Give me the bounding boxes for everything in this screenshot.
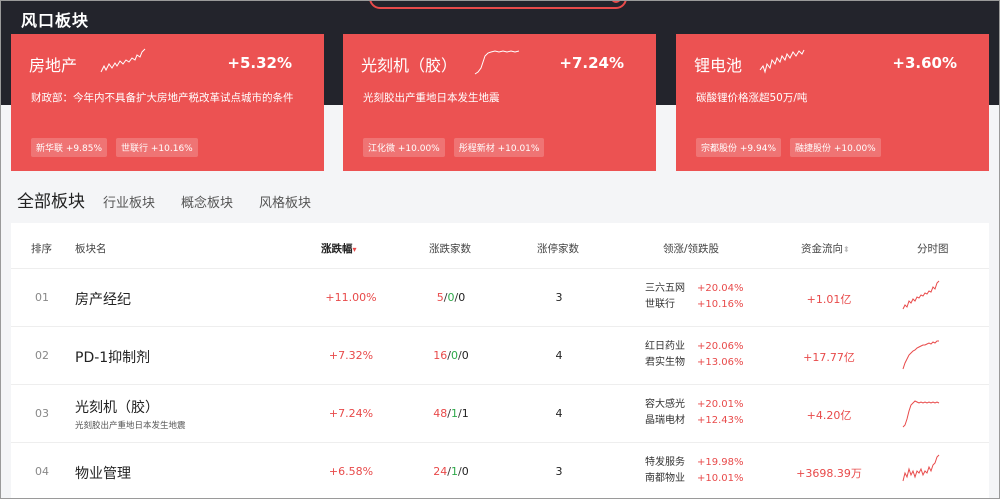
tab-style-sectors[interactable]: 风格板块	[259, 192, 311, 211]
hot-sectors-panel: 风口板块 房地产 +5.32% 财政部：今年内不具备扩大房地产税改革试点城市的条…	[0, 0, 1000, 499]
row-rank: 01	[35, 291, 49, 304]
header-leaders: 领涨/领跌股	[663, 243, 720, 255]
table-row[interactable]: 03 光刻机（胶） 光刻胶出产重地日本发生地震 +7.24% 48/1/1 4 …	[11, 385, 989, 443]
card-stock-tag[interactable]: 江化微 +10.00%	[363, 138, 445, 157]
table-header: 排序 板块名 涨跌幅▾ 涨跌家数 涨停家数 领涨/领跌股 资金流向⬍ 分时图	[11, 223, 989, 269]
row-fund-flow: +3698.39万	[796, 467, 862, 480]
table-row[interactable]: 01 房产经纪 +11.00% 5/0/0 3 三六五网 世联行 +20.04% +…	[11, 269, 989, 327]
row-leader-pcts: +20.06% +13.06%	[697, 341, 744, 368]
table-row[interactable]: 04 物业管理 +6.58% 24/1/0 3 特发服务 南都物业 +19.98%…	[11, 443, 989, 498]
section-title: 风口板块	[21, 11, 90, 30]
card-stock-tag[interactable]: 新华联 +9.85%	[31, 138, 107, 157]
card-name: 锂电池	[694, 56, 743, 75]
row-change: +7.32%	[328, 349, 374, 362]
row-limit-up: 3	[555, 291, 563, 304]
row-limit-up: 4	[555, 407, 563, 420]
header-change[interactable]: 涨跌幅▾	[321, 241, 357, 256]
card-name: 光刻机（胶）	[361, 56, 458, 75]
tab-all-sectors[interactable]: 全部板块	[17, 187, 85, 212]
sector-tabs: 全部板块 行业板块 概念板块 风格板块	[17, 187, 337, 212]
row-intraday-chart[interactable]	[901, 337, 941, 371]
row-sector-name[interactable]: 物业管理	[75, 463, 131, 483]
row-fund-flow: +17.77亿	[803, 351, 855, 364]
card-stock-tag[interactable]: 宗都股份 +9.94%	[696, 138, 781, 157]
hot-card-real-estate[interactable]: 房地产 +5.32% 财政部：今年内不具备扩大房地产税改革试点城市的条件 新华联…	[11, 34, 324, 171]
row-fund-flow: +4.20亿	[806, 409, 852, 422]
hot-card-lithium-battery[interactable]: 锂电池 +3.60% 碳酸锂价格涨超50万/吨 宗都股份 +9.94% 融捷股份…	[676, 34, 989, 171]
card-stock-tag[interactable]: 彤程新材 +10.01%	[453, 138, 545, 157]
row-rank: 02	[35, 349, 49, 362]
card-news[interactable]: 财政部：今年内不具备扩大房地产税改革试点城市的条件	[31, 90, 313, 106]
search-box[interactable]	[369, 1, 627, 9]
row-rank: 03	[35, 407, 49, 420]
row-change: +7.24%	[328, 407, 374, 420]
row-leader-pcts: +20.04% +10.16%	[697, 283, 744, 310]
row-leaders[interactable]: 红日药业 君实生物	[645, 339, 685, 371]
header-rank: 排序	[31, 243, 52, 255]
row-sector-news[interactable]: 光刻胶出产重地日本发生地震	[75, 419, 186, 431]
table-row[interactable]: 02 PD-1抑制剂 +7.32% 16/0/0 4 红日药业 君实生物 +20.…	[11, 327, 989, 385]
card-change: +5.32%	[227, 54, 292, 72]
tab-concept-sectors[interactable]: 概念板块	[181, 192, 233, 211]
row-intraday-chart[interactable]	[901, 451, 941, 485]
row-intraday-chart[interactable]	[901, 279, 941, 313]
row-limit-up: 3	[555, 465, 563, 478]
card-change: +3.60%	[892, 54, 957, 72]
row-counts: 5/0/0	[436, 291, 466, 304]
search-icon[interactable]	[611, 1, 621, 3]
row-sector-name[interactable]: 光刻机（胶）	[75, 397, 159, 417]
header-chart: 分时图	[917, 243, 949, 255]
row-sector-name[interactable]: 房产经纪	[75, 289, 131, 309]
card-name: 房地产	[29, 56, 78, 75]
card-sparkline	[759, 49, 805, 74]
card-sparkline	[100, 48, 146, 73]
row-limit-up: 4	[555, 349, 563, 362]
row-leaders[interactable]: 三六五网 世联行	[645, 281, 685, 313]
row-leaders[interactable]: 容大感光 晶瑞电材	[645, 397, 685, 429]
card-stock-tag[interactable]: 世联行 +10.16%	[116, 138, 198, 157]
row-fund-flow: +1.01亿	[806, 293, 852, 306]
sort-icon: ⬍	[843, 245, 850, 254]
row-change: +11.00%	[325, 291, 377, 304]
card-news[interactable]: 碳酸锂价格涨超50万/吨	[696, 90, 978, 106]
row-intraday-chart[interactable]	[901, 395, 941, 429]
row-counts: 48/1/1	[433, 407, 469, 420]
card-change: +7.24%	[559, 54, 624, 72]
row-counts: 16/0/0	[433, 349, 469, 362]
sort-desc-icon: ▾	[352, 245, 357, 254]
sector-table: 排序 板块名 涨跌幅▾ 涨跌家数 涨停家数 领涨/领跌股 资金流向⬍ 分时图 0…	[11, 223, 989, 498]
card-news[interactable]: 光刻胶出产重地日本发生地震	[363, 90, 645, 106]
row-leader-pcts: +19.98% +10.01%	[697, 457, 744, 484]
tab-industry-sectors[interactable]: 行业板块	[103, 192, 155, 211]
card-sparkline	[474, 50, 520, 75]
hot-card-photolithography[interactable]: 光刻机（胶） +7.24% 光刻胶出产重地日本发生地震 江化微 +10.00% …	[343, 34, 656, 171]
header-limit-up: 涨停家数	[537, 243, 579, 255]
row-counts: 24/1/0	[433, 465, 469, 478]
row-leader-pcts: +20.01% +12.43%	[697, 399, 744, 426]
row-rank: 04	[35, 465, 49, 478]
header-counts: 涨跌家数	[429, 243, 471, 255]
card-stock-tag[interactable]: 融捷股份 +10.00%	[790, 138, 881, 157]
header-name: 板块名	[75, 243, 107, 255]
row-change: +6.58%	[328, 465, 374, 478]
header-flow[interactable]: 资金流向⬍	[801, 241, 850, 256]
row-sector-name[interactable]: PD-1抑制剂	[75, 347, 150, 367]
row-leaders[interactable]: 特发服务 南都物业	[645, 455, 685, 487]
